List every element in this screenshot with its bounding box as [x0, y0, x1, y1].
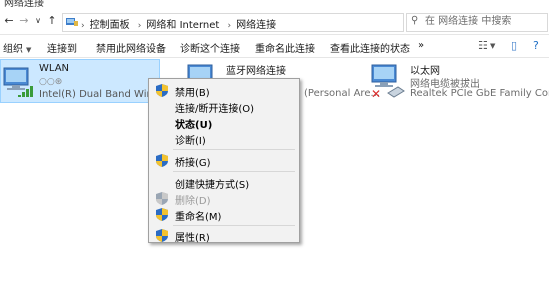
change-view-icon[interactable]: ☷ [478, 39, 488, 52]
menu-item-label: 删除(D) [175, 196, 211, 207]
chevron-down-icon[interactable]: ▼ [490, 42, 495, 50]
up-arrow-icon[interactable]: ↑ [45, 14, 59, 28]
menu-item-disable[interactable]: 禁用(B) [151, 82, 297, 99]
menu-item-label: 状态(U) [175, 120, 213, 131]
connection-name: 蓝牙网络连接 [226, 66, 286, 77]
menu-item-bridge[interactable]: 桥接(G) [151, 152, 297, 169]
search-input[interactable] [425, 14, 543, 29]
control-panel-icon [66, 18, 78, 26]
menu-item-connect-disconnect[interactable]: 连接/断开连接(O) [151, 98, 297, 115]
search-icon: ⚲ [411, 15, 419, 26]
view-status-button[interactable]: 查看此连接的状态 [330, 40, 410, 55]
menu-item-label: 创建快捷方式(S) [175, 180, 250, 191]
menu-item-delete: 删除(D) [151, 190, 297, 207]
menu-item-label: 连接/断开连接(O) [175, 104, 255, 115]
menu-item-diagnose[interactable]: 诊断(I) [151, 130, 297, 147]
context-menu: 禁用(B) 连接/断开连接(O) 状态(U) 诊断(I) 桥接(G) 创建快捷方… [148, 78, 300, 244]
diagnose-button[interactable]: 诊断这个连接 [180, 40, 240, 55]
menu-item-rename[interactable]: 重命名(M) [151, 206, 297, 223]
uac-shield-icon [156, 84, 168, 97]
menu-item-label: 禁用(B) [175, 88, 210, 99]
menu-item-label: 桥接(G) [175, 158, 211, 169]
title-bar: 网络连接 [0, 0, 549, 10]
address-bar[interactable]: ›控制面板 ›网络和 Internet ›网络连接 ∨ ↻ [62, 13, 458, 32]
chevron-down-icon: ▼ [26, 46, 32, 54]
address-row: ← → ∨ ↑ ›控制面板 ›网络和 Internet ›网络连接 ∨ ↻ ⚲ [0, 10, 549, 35]
menu-item-label: 诊断(I) [175, 136, 206, 147]
window-title: 网络连接 [4, 0, 44, 9]
more-button[interactable]: » [418, 40, 424, 51]
uac-shield-icon [156, 229, 168, 242]
menu-item-label: 重命名(M) [175, 212, 222, 223]
command-bar: 组织 ▼ 连接到 禁用此网络设备 诊断这个连接 重命名此连接 查看此连接的状态 »… [0, 35, 549, 58]
uac-shield-icon [156, 154, 168, 167]
connection-name: WLAN [39, 63, 70, 74]
breadcrumb: › 控制面板 › 网络和 Internet › 网络连接 [81, 20, 277, 31]
menu-item-status[interactable]: 状态(U) [151, 114, 297, 131]
wifi-status-icon: ○○⊛ [39, 77, 63, 87]
help-icon[interactable]: ? [533, 39, 539, 52]
breadcrumb-item[interactable]: 控制面板 [90, 20, 130, 31]
menu-separator [173, 225, 295, 226]
breadcrumb-item[interactable]: 网络和 Internet [146, 20, 219, 31]
menu-item-properties[interactable]: 属性(R) [151, 227, 297, 244]
menu-separator [173, 149, 295, 150]
forward-arrow-icon[interactable]: → [17, 14, 31, 28]
ethernet-connection[interactable]: ✕ 以太网 网络电缆被拔出 Realtek PCIe GbE Family Co… [368, 59, 549, 103]
menu-separator [173, 171, 295, 172]
disconnected-x-icon: ✕ [371, 87, 382, 101]
connect-to-button[interactable]: 连接到 [47, 40, 77, 55]
disable-device-button[interactable]: 禁用此网络设备 [96, 40, 166, 55]
menu-item-label: 属性(R) [175, 233, 210, 244]
back-arrow-icon[interactable]: ← [2, 14, 16, 28]
recent-dropdown-icon[interactable]: ∨ [31, 14, 45, 28]
wireless-adapter-icon [3, 67, 33, 97]
connection-device: Realtek PCIe GbE Family Contr... [410, 88, 549, 99]
breadcrumb-item[interactable]: 网络连接 [236, 20, 276, 31]
wlan-connection[interactable]: WLAN ○○⊛ Intel(R) Dual Band Wireles... [0, 59, 180, 103]
search-box[interactable]: ⚲ [406, 13, 548, 32]
uac-shield-icon [156, 208, 168, 221]
rename-button[interactable]: 重命名此连接 [255, 40, 315, 55]
organize-button[interactable]: 组织 ▼ [3, 40, 31, 55]
menu-item-create-shortcut[interactable]: 创建快捷方式(S) [151, 174, 297, 191]
preview-pane-icon[interactable]: ▯ [511, 39, 517, 52]
uac-shield-icon [156, 192, 168, 205]
